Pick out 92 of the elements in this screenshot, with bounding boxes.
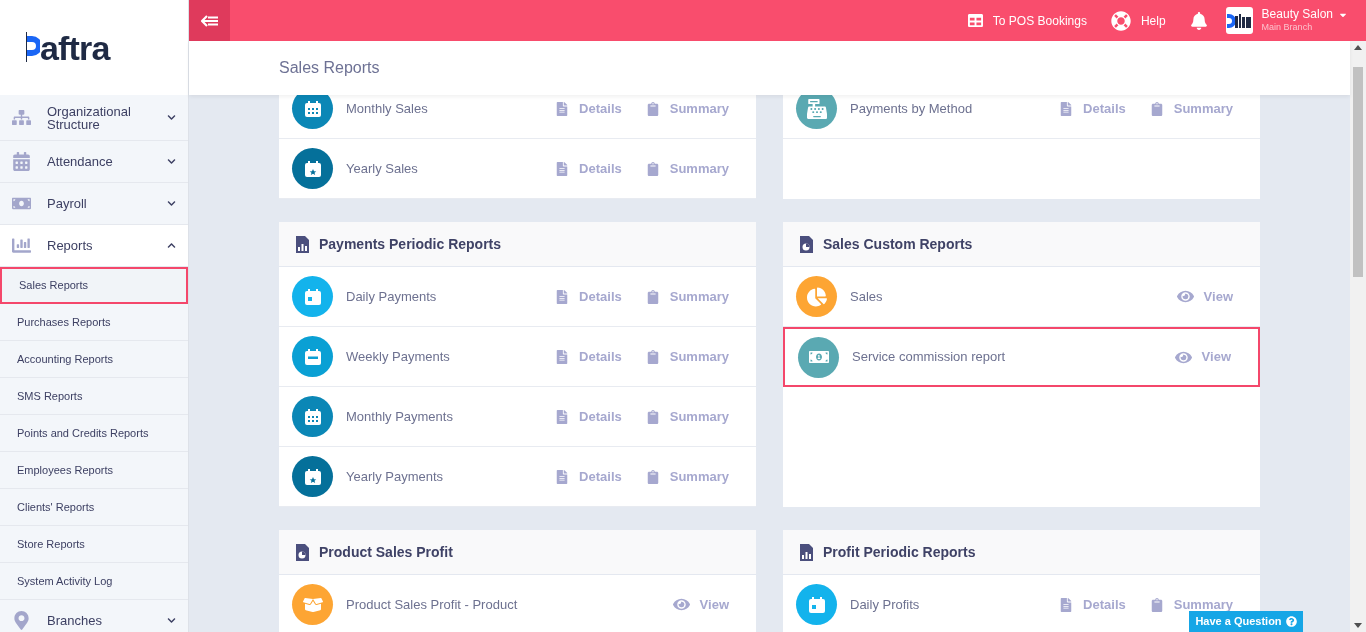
- scroll-down-icon[interactable]: [1354, 623, 1362, 628]
- summary-link[interactable]: Summary: [645, 346, 729, 367]
- view-link[interactable]: View: [1174, 347, 1231, 367]
- summary-link[interactable]: Summary: [645, 158, 729, 179]
- details-link[interactable]: Details: [555, 346, 622, 367]
- clipboard-icon: [645, 161, 660, 176]
- card-title: Product Sales Profit: [319, 542, 453, 562]
- report-name: Product Sales Profit - Product: [346, 595, 519, 614]
- clipboard-icon: [645, 289, 660, 304]
- document-icon: [555, 469, 570, 484]
- help-button[interactable]: Have a Question: [1189, 611, 1303, 632]
- pie-report-icon: [296, 543, 309, 561]
- clipboard-icon: [645, 349, 660, 364]
- sitemap-icon: [12, 108, 31, 127]
- summary-link[interactable]: Summary: [1149, 98, 1233, 119]
- sidebar-item[interactable]: Reports: [0, 225, 188, 267]
- report-name: Daily Payments: [346, 287, 438, 306]
- clipboard-icon: [645, 469, 660, 484]
- sidebar-subitem[interactable]: Store Reports: [0, 526, 188, 563]
- document-icon: [555, 161, 570, 176]
- document-icon: [555, 349, 570, 364]
- chevron-down-icon: [167, 113, 176, 122]
- card-title: Profit Periodic Reports: [823, 542, 976, 562]
- sidebar-subitem[interactable]: Employees Reports: [0, 452, 188, 489]
- document-icon: [555, 289, 570, 304]
- report-name: Service commission report: [852, 348, 1007, 367]
- document-icon: [1059, 597, 1074, 612]
- branch-name: Main Branch: [1261, 22, 1314, 34]
- bar-report-icon: [800, 543, 813, 561]
- lifebuoy-icon: [1110, 10, 1131, 31]
- account-name: Beauty Salon: [1261, 7, 1333, 23]
- report-name: Yearly Payments: [346, 467, 445, 486]
- logo: aftra: [26, 30, 110, 65]
- document-icon: [555, 409, 570, 424]
- question-icon: [1285, 616, 1297, 627]
- clipboard-icon: [1149, 101, 1164, 116]
- table-icon: [967, 13, 983, 28]
- report-name: Monthly Payments: [346, 407, 454, 426]
- details-link[interactable]: Details: [555, 466, 622, 487]
- summary-link[interactable]: Summary: [645, 286, 729, 307]
- details-link[interactable]: Details: [555, 98, 622, 119]
- eye-icon: [1176, 288, 1194, 305]
- pos-bookings-link[interactable]: To POS Bookings: [967, 11, 1087, 30]
- details-link[interactable]: Details: [555, 406, 622, 427]
- card-title: Sales Custom Reports: [823, 234, 973, 254]
- back-button[interactable]: [189, 0, 230, 41]
- page-title: Sales Reports: [279, 58, 380, 78]
- report-name: Yearly Sales: [346, 159, 419, 178]
- view-link[interactable]: View: [672, 594, 729, 615]
- details-link[interactable]: Details: [1059, 594, 1126, 615]
- document-icon: [1059, 101, 1074, 116]
- chevron-down-icon: [167, 616, 176, 625]
- calendar-icon: [12, 152, 31, 171]
- card-title: Payments Periodic Reports: [319, 234, 502, 254]
- chevron-down-icon: [167, 157, 176, 166]
- report-name: Weekly Payments: [346, 347, 451, 366]
- sidebar-subitem[interactable]: SMS Reports: [0, 378, 188, 415]
- arrow-left-icon: [200, 14, 219, 27]
- eye-icon: [672, 596, 690, 613]
- sidebar-subitem[interactable]: Points and Credits Reports: [0, 415, 188, 452]
- sidebar-subitem[interactable]: Sales Reports: [0, 267, 188, 304]
- sidebar-subitem[interactable]: Clients' Reports: [0, 489, 188, 526]
- report-name: Sales: [850, 287, 884, 306]
- details-link[interactable]: Details: [555, 286, 622, 307]
- sidebar-subitem[interactable]: Purchases Reports: [0, 304, 188, 341]
- report-name: Daily Profits: [850, 595, 921, 614]
- details-link[interactable]: Details: [1059, 98, 1126, 119]
- clipboard-icon: [1149, 597, 1164, 612]
- view-link[interactable]: View: [1176, 286, 1233, 307]
- pie-report-icon: [800, 235, 813, 253]
- summary-link[interactable]: Summary: [645, 406, 729, 427]
- bar-chart-icon: [12, 236, 31, 255]
- report-name: Monthly Sales: [346, 99, 429, 118]
- scrollbar[interactable]: [1350, 41, 1366, 632]
- document-icon: [555, 101, 570, 116]
- scrollbar-thumb[interactable]: [1353, 66, 1363, 277]
- report-name: Payments by Method: [850, 99, 974, 118]
- chevron-down-icon: [167, 199, 176, 208]
- scroll-up-icon[interactable]: [1354, 45, 1362, 50]
- chevron-up-icon: [167, 241, 176, 250]
- details-link[interactable]: Details: [555, 158, 622, 179]
- help-link[interactable]: Help: [1110, 10, 1166, 31]
- sidebar-subitem[interactable]: Accounting Reports: [0, 341, 188, 378]
- summary-link[interactable]: Summary: [645, 466, 729, 487]
- clipboard-icon: [645, 101, 660, 116]
- avatar-logo-icon: [1225, 7, 1253, 34]
- clipboard-icon: [645, 409, 660, 424]
- summary-link[interactable]: Summary: [645, 98, 729, 119]
- map-pin-icon: [12, 611, 31, 630]
- account-menu[interactable]: Beauty Salon Main Branch: [1225, 7, 1348, 34]
- bell-icon[interactable]: [1189, 11, 1208, 30]
- bar-report-icon: [296, 235, 309, 253]
